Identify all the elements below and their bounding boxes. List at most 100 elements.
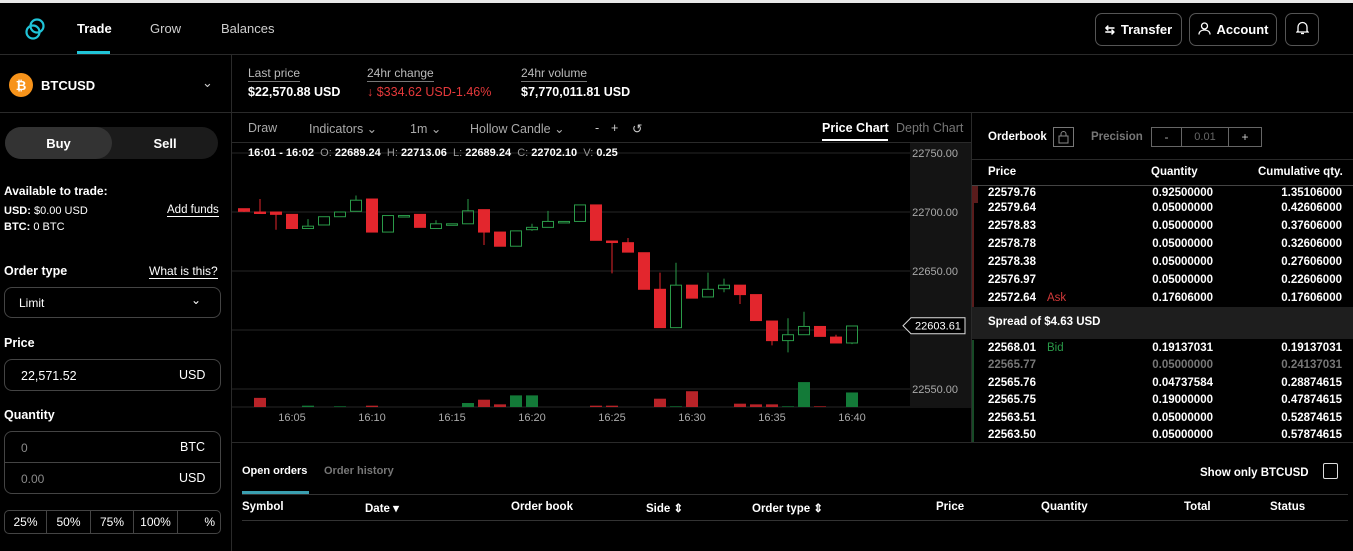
col-order-book[interactable]: Order book: [511, 501, 573, 513]
depth-bar: [972, 254, 974, 272]
candle-down: [750, 294, 762, 322]
depth-bar: [972, 427, 974, 442]
candle-down: [766, 320, 778, 342]
candle-up: [574, 204, 586, 222]
price-cell: 22578.83: [988, 220, 1036, 232]
candle-down: [590, 204, 602, 241]
y-tick-label: 22700.00: [912, 207, 958, 219]
volume-bar: [590, 405, 602, 407]
bid-tag: Bid: [1047, 342, 1064, 354]
ohlc-label: H:: [386, 147, 398, 159]
quantity-cell: 0.92500000: [1152, 187, 1213, 199]
account-button[interactable]: Account: [1189, 13, 1277, 46]
col-date[interactable]: Date ▾: [365, 501, 399, 515]
spread-row: Spread of $4.63 USD: [972, 307, 1353, 339]
col-price[interactable]: Price: [936, 501, 964, 513]
candle-up: [446, 223, 458, 226]
bid-row[interactable]: 22565.75 0.19000000 0.47874615: [972, 392, 1353, 410]
volume-bar: [846, 392, 858, 407]
quantity-cell: 0.04737584: [1152, 377, 1213, 389]
quantity-cell: 0.05000000: [1152, 429, 1213, 441]
quantity-usd-input[interactable]: 0.00 USD: [5, 463, 220, 494]
bid-row[interactable]: 22565.77 0.05000000 0.24137031: [972, 357, 1353, 375]
col-status[interactable]: Status: [1270, 501, 1305, 513]
cumulative-cell: 0.42606000: [1281, 202, 1342, 214]
col-side[interactable]: Side ⇕: [646, 501, 683, 515]
bid-row[interactable]: 22568.01 Bid 0.19137031 0.19137031: [972, 340, 1353, 358]
ohlc-range: 16:01 - 16:02: [248, 147, 315, 159]
percent-75-button[interactable]: 75%: [91, 511, 134, 533]
candle-up: [718, 284, 730, 290]
percent-100-button[interactable]: 100%: [134, 511, 178, 533]
quantity-cell: 0.05000000: [1152, 359, 1213, 371]
ask-row[interactable]: 22578.83 0.05000000 0.37606000: [972, 218, 1353, 236]
precision-plus-button[interactable]: +: [1229, 128, 1261, 146]
ohlc-readout: 16:01 - 16:02 O: 22689.24 H: 22713.06 L:…: [248, 147, 618, 159]
cumulative-cell: 0.27606000: [1281, 256, 1342, 268]
x-tick-label: 16:25: [598, 412, 626, 424]
ohlc-label: O:: [320, 147, 332, 159]
cumulative-cell: 0.19137031: [1281, 342, 1342, 354]
divider: [232, 442, 1353, 443]
tab-open-orders[interactable]: Open orders: [242, 465, 307, 477]
bid-row[interactable]: 22563.50 0.05000000 0.57874615: [972, 427, 1353, 442]
candle-down: [830, 336, 842, 344]
candle-down: [414, 213, 426, 228]
cumulative-cell: 1.35106000: [1281, 187, 1342, 199]
price-cell: 22563.51: [988, 412, 1036, 424]
precision-value: 0.01: [1182, 128, 1229, 146]
cumulative-cell: 0.22606000: [1281, 274, 1342, 286]
transfer-label: Transfer: [1120, 22, 1173, 37]
price-chart[interactable]: 22750.0022700.0022650.0022600.0022550.00…: [0, 3, 972, 443]
quantity-cell: 0.05000000: [1152, 274, 1213, 286]
ask-row[interactable]: 22578.38 0.05000000 0.27606000: [972, 254, 1353, 272]
candle-down: [734, 284, 746, 296]
volume-bar: [686, 391, 698, 407]
col-symbol[interactable]: Symbol: [242, 501, 284, 513]
ask-row[interactable]: 22572.64 Ask 0.17606000 0.17606000: [972, 290, 1353, 308]
volume-bar: [750, 404, 762, 407]
candle-up: [798, 325, 810, 336]
price-cell: 22578.38: [988, 256, 1036, 268]
lock-icon[interactable]: [1053, 127, 1074, 147]
depth-bar: [972, 236, 974, 254]
col-price: Price: [988, 166, 1017, 178]
col-order-type[interactable]: Order type ⇕: [752, 501, 823, 515]
x-tick-label: 16:30: [678, 412, 706, 424]
price-cell: 22568.01: [988, 342, 1036, 354]
depth-bar: [972, 357, 974, 375]
cumulative-cell: 0.24137031: [1281, 359, 1342, 371]
show-only-checkbox[interactable]: [1323, 463, 1338, 479]
cumulative-cell: 0.17606000: [1281, 292, 1342, 304]
ask-row[interactable]: 22579.64 0.05000000 0.42606000: [972, 200, 1353, 218]
price-cell: 22578.78: [988, 238, 1036, 250]
tab-order-history[interactable]: Order history: [324, 465, 394, 477]
percent-50-button[interactable]: 50%: [47, 511, 91, 533]
candle-down: [366, 198, 378, 233]
percent-custom-input[interactable]: %: [178, 511, 220, 533]
volume-bar: [494, 404, 506, 407]
ohlc-high: 22713.06: [400, 147, 447, 159]
col-total[interactable]: Total: [1184, 501, 1211, 513]
col-quantity[interactable]: Quantity: [1041, 501, 1088, 513]
candle-down: [478, 209, 490, 233]
precision-minus-button[interactable]: -: [1152, 128, 1182, 146]
ohlc-close: 22702.10: [531, 147, 578, 159]
volume-bar: [798, 382, 810, 407]
notifications-button[interactable]: [1285, 13, 1319, 46]
candle-down: [686, 284, 698, 299]
transfer-button[interactable]: ⇆ Transfer: [1095, 13, 1182, 46]
bell-icon: [1294, 21, 1310, 38]
volume-bar: [654, 398, 666, 407]
quantity-cell: 0.19137031: [1152, 342, 1213, 354]
bid-row[interactable]: 22565.76 0.04737584 0.28874615: [972, 375, 1353, 393]
ask-row[interactable]: 22578.78 0.05000000 0.32606000: [972, 236, 1353, 254]
precision-label: Precision: [1091, 131, 1143, 143]
percent-25-button[interactable]: 25%: [5, 511, 47, 533]
bid-row[interactable]: 22563.51 0.05000000 0.52874615: [972, 410, 1353, 428]
candle-down: [494, 231, 506, 247]
cumulative-cell: 0.47874615: [1281, 394, 1342, 406]
candle-up: [350, 199, 362, 212]
ask-row[interactable]: 22576.97 0.05000000 0.22606000: [972, 272, 1353, 290]
transfer-arrows-icon: ⇆: [1104, 22, 1115, 37]
